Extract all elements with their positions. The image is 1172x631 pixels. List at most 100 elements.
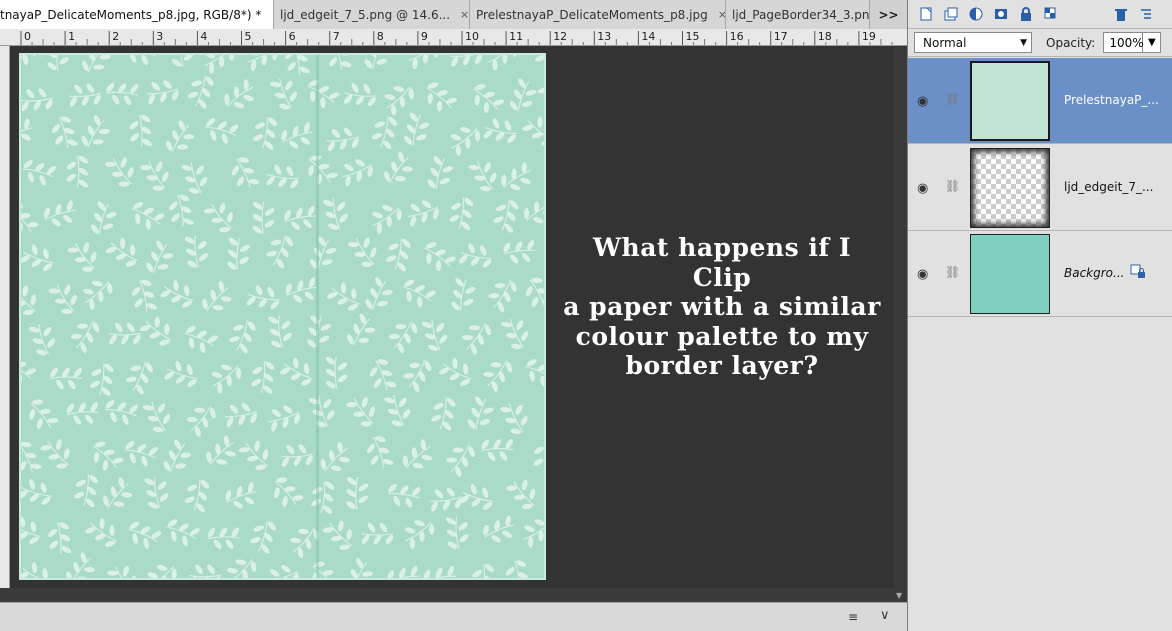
leaf-sprig	[403, 359, 432, 393]
leaf-sprig	[166, 519, 200, 547]
leaf-sprig	[371, 116, 398, 150]
leaf-sprig	[21, 479, 52, 505]
delete-layer-icon[interactable]	[1111, 4, 1131, 24]
leaf-sprig	[369, 359, 397, 391]
document-area: tnayaP_DelicateMoments_p8.jpg, RGB/8*) *…	[0, 0, 907, 631]
leaf-sprig	[483, 515, 515, 543]
leaf-sprig	[81, 115, 110, 148]
leaf-sprig	[203, 202, 233, 233]
lock-all-icon[interactable]	[1016, 4, 1036, 24]
app-window: tnayaP_DelicateMoments_p8.jpg, RGB/8*) *…	[0, 0, 1172, 631]
tab-delicate-moments-active[interactable]: tnayaP_DelicateMoments_p8.jpg, RGB/8*) *…	[0, 0, 274, 29]
leaf-sprig	[83, 280, 113, 311]
ruler-label: 15	[686, 30, 700, 43]
blend-mode-select[interactable]: Normal ▼	[914, 32, 1032, 53]
leaf-sprig	[540, 232, 546, 273]
leaf-sprig	[163, 439, 192, 473]
leaf-sprig	[525, 359, 544, 387]
leaf-sprig	[323, 198, 348, 230]
lock-transparency-icon[interactable]	[1041, 4, 1061, 24]
leaf-sprig	[21, 562, 52, 578]
image-canvas[interactable]: What happens if I Clip a paper with a si…	[11, 47, 894, 602]
leaf-sprig	[308, 395, 335, 428]
leaf-sprig	[124, 440, 158, 467]
layer-row-background[interactable]: ◉ ⛓ Backgro...	[908, 231, 1172, 317]
layer-thumbnail	[970, 234, 1050, 314]
leaf-sprig	[128, 521, 162, 549]
leaf-sprig	[404, 520, 435, 550]
opacity-input[interactable]: 100%	[1103, 32, 1144, 53]
leaf-sprig	[537, 82, 544, 104]
leaf-sprig	[51, 116, 78, 149]
leaf-sprig	[488, 279, 517, 313]
leaf-sprig	[320, 441, 350, 472]
horizontal-ruler: 0 1 2 3 4 5 6 7 8 9 10 11 12 13 14 15 16 17 18 19	[0, 29, 907, 46]
tab-prelestnaya[interactable]: PrelestnayaP_DelicateMoments_p8.jpg ×	[470, 0, 726, 29]
leaf-sprig	[129, 114, 152, 147]
leaf-sprig	[21, 285, 37, 316]
leaf-sprig	[425, 82, 458, 112]
eye-icon[interactable]: ◉	[917, 94, 928, 109]
leaf-sprig	[22, 160, 56, 186]
ruler-label: 16	[730, 30, 744, 43]
leaf-sprig	[280, 444, 314, 467]
layer-name[interactable]: Backgro...	[1064, 266, 1124, 280]
leaf-sprig	[108, 322, 141, 345]
vertical-scrollbar[interactable]: ▼	[894, 47, 907, 602]
ruler-label: 11	[509, 30, 523, 43]
leaf-sprig	[346, 477, 369, 510]
leaf-sprig	[184, 479, 210, 513]
tab-page-border[interactable]: ljd_PageBorder34_3.pn	[726, 0, 870, 29]
lock-icon[interactable]	[1130, 263, 1146, 283]
leaf-sprig	[347, 313, 376, 347]
scroll-down-icon[interactable]: ▼	[896, 591, 902, 600]
close-tab-icon[interactable]: ×	[460, 8, 469, 21]
leaf-sprig	[28, 323, 56, 356]
layer-row-edgeit[interactable]: ◉ ⛓ ljd_edgeit_7_...	[908, 145, 1172, 231]
status-menu-icon[interactable]: ≡	[848, 610, 858, 624]
leaf-sprig	[472, 563, 495, 578]
leaf-sprig	[266, 235, 294, 269]
opacity-dropdown-icon[interactable]: ▼	[1143, 32, 1162, 53]
leaf-sprig	[85, 518, 118, 547]
ruler-label: 13	[597, 30, 611, 43]
chevron-down-icon[interactable]: ∨	[880, 608, 890, 623]
eye-icon[interactable]: ◉	[917, 267, 928, 282]
leaf-sprig	[207, 527, 240, 550]
ruler-label: 7	[333, 30, 340, 43]
leaf-sprig	[473, 84, 505, 114]
leaf-sprig	[503, 240, 536, 264]
layer-name[interactable]: ljd_edgeit_7_...	[1064, 180, 1153, 194]
leaf-sprig	[311, 481, 335, 514]
leaf-pattern	[21, 55, 546, 578]
leaf-sprig	[307, 79, 340, 109]
layer-name[interactable]: PrelestnayaP_...	[1064, 93, 1159, 107]
leaf-sprig	[252, 201, 275, 234]
close-tab-icon[interactable]: ×	[718, 8, 725, 21]
leaf-sprig	[387, 483, 421, 508]
tab-overflow-button[interactable]: >>	[870, 0, 907, 29]
layer-mask-icon[interactable]	[991, 4, 1011, 24]
ruler-label: 0	[24, 30, 31, 43]
leaf-sprig	[542, 319, 546, 360]
tab-edgeit[interactable]: ljd_edgeit_7_5.png @ 14.6... ×	[274, 0, 470, 29]
ruler-label: 2	[112, 30, 119, 43]
link-icon[interactable]: ⛓	[945, 179, 960, 193]
adjustment-layer-icon[interactable]	[966, 4, 986, 24]
layer-row-prelestnaya[interactable]: ◉ ⛓ PrelestnayaP_...	[908, 58, 1172, 144]
link-icon[interactable]: ⛓	[945, 265, 960, 279]
eye-icon[interactable]: ◉	[917, 181, 928, 196]
panel-menu-icon[interactable]	[1136, 4, 1156, 24]
leaf-sprig	[146, 240, 174, 274]
new-layer-icon[interactable]	[916, 4, 936, 24]
leaf-sprig	[251, 361, 275, 394]
leaf-sprig	[253, 116, 278, 150]
leaf-sprig	[68, 83, 101, 107]
leaf-sprig	[421, 319, 448, 352]
link-icon[interactable]: ⛓	[945, 92, 960, 106]
leaf-sprig	[105, 82, 139, 106]
horizontal-scrollbar[interactable]	[0, 588, 894, 602]
leaf-sprig	[266, 164, 300, 189]
ruler-label: 6	[289, 30, 296, 43]
new-group-icon[interactable]	[941, 4, 961, 24]
